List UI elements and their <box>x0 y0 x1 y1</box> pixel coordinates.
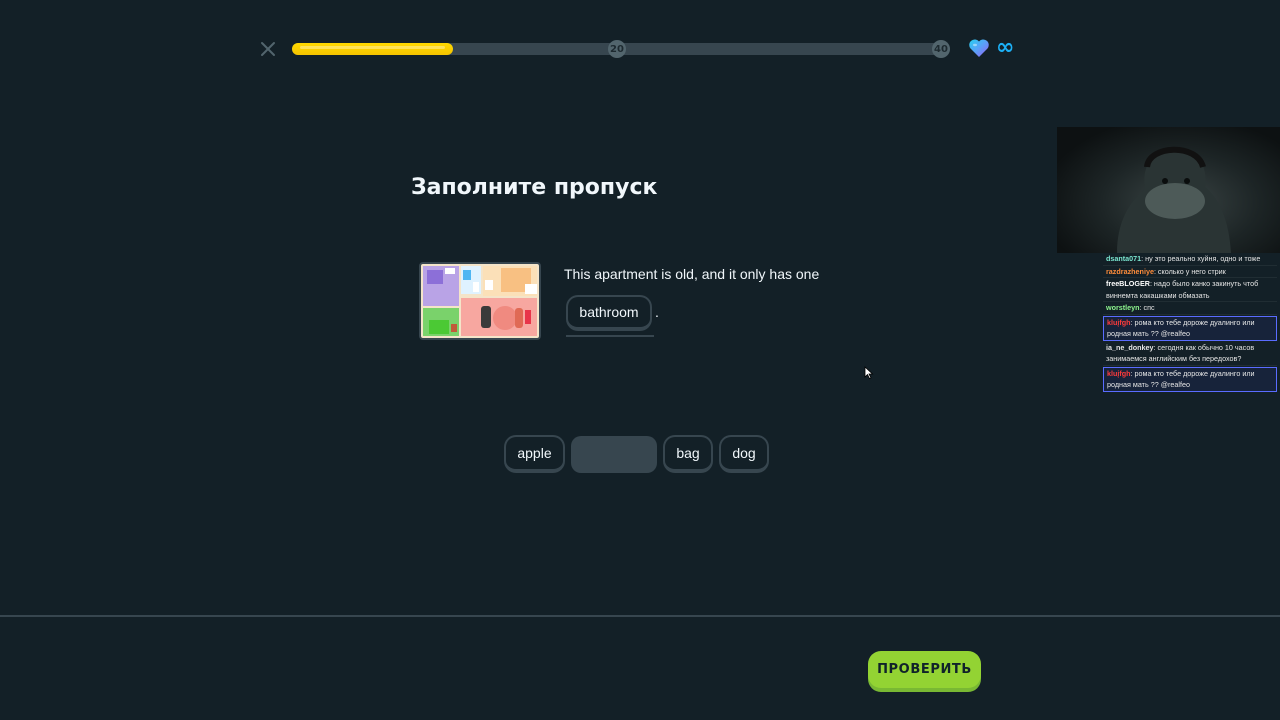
exercise-title: Заполните пропуск <box>411 175 658 200</box>
close-icon <box>261 42 275 56</box>
chat-username: dsanta071 <box>1106 254 1142 263</box>
used-word-placeholder <box>571 436 657 473</box>
word-chip-apple[interactable]: apple <box>504 435 565 473</box>
check-button[interactable]: ПРОВЕРИТЬ <box>868 651 981 688</box>
chat-username: kluįfgh <box>1107 317 1131 327</box>
chat-username: ia_ne_donkey <box>1106 342 1154 352</box>
chat-message: freeBLOGER: надо было канко закинуть что… <box>1103 278 1277 302</box>
stream-chat: dsanta071: ну это реально хуйня, одно и … <box>1103 253 1277 393</box>
hearts-counter[interactable]: ∞ <box>968 35 1015 60</box>
chat-username: freeBLOGER <box>1106 279 1150 288</box>
chat-text: : ну это реально хуйня, одно и тоже <box>1141 254 1261 263</box>
chat-message: ia_ne_donkey: сегодня как обычно 10 часо… <box>1103 342 1277 366</box>
chat-username: razdrazheniye <box>1106 266 1154 276</box>
chat-text: : спс <box>1139 303 1155 312</box>
lesson-progress-bar: 20 40 <box>292 40 950 58</box>
chat-message: worstleyn: спс <box>1103 302 1277 315</box>
chat-text: : сколько у него стрик <box>1153 266 1226 276</box>
chat-username: worstleyn <box>1106 303 1140 312</box>
milestone-40: 40 <box>932 40 950 58</box>
webcam-overlay <box>1057 127 1280 253</box>
chat-message: razdrazheniye: сколько у него стрик <box>1103 266 1277 278</box>
apartment-floorplan-image <box>419 262 541 340</box>
sentence-text: This apartment is old, and it only has o… <box>564 266 820 282</box>
progress-fill <box>292 43 454 55</box>
word-chip-dog[interactable]: dog <box>719 435 769 473</box>
word-chip-bag[interactable]: bag <box>663 435 713 473</box>
selected-answer-chip[interactable]: bathroom <box>566 295 652 331</box>
chat-username: kluįfgh <box>1107 368 1131 378</box>
heart-icon <box>969 39 989 57</box>
blank-underline <box>566 335 654 337</box>
close-lesson-button[interactable] <box>258 39 278 59</box>
mouse-cursor-icon <box>864 366 874 380</box>
milestone-20: 20 <box>608 40 626 58</box>
chat-message: dsanta071: ну это реально хуйня, одно и … <box>1103 253 1277 266</box>
chat-message: kluįfgh: рома кто тебе дороже дуалинго и… <box>1103 315 1277 341</box>
chat-message: kluįfgh: рома кто тебе дороже дуалинго и… <box>1103 366 1277 392</box>
hearts-infinity: ∞ <box>996 35 1015 60</box>
footer-divider <box>0 615 1280 617</box>
sentence-period: . <box>655 304 659 320</box>
